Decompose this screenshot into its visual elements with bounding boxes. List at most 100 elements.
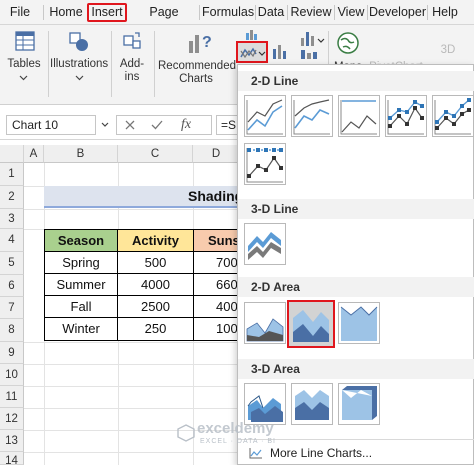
addins-label-line1: Add- [119, 58, 145, 70]
table-cell: 500 [117, 251, 194, 274]
tab-insert[interactable]: Insert [87, 3, 127, 22]
row-header[interactable]: 4 [0, 229, 24, 252]
recommended-charts-icon: ? [189, 34, 212, 53]
column-header[interactable]: B [44, 145, 118, 163]
column-header[interactable]: C [118, 145, 193, 163]
tab-divider [367, 5, 368, 20]
chart-option-stacked-line-with-markers[interactable] [432, 95, 474, 137]
name-box[interactable]: Chart 10 [6, 115, 96, 135]
gridline [24, 342, 240, 343]
row-header[interactable]: 11 [0, 386, 24, 408]
line-chart-dropdown: 2-D Line 3-D Line 2-D Area 3-D Area More… [237, 64, 474, 465]
illustrations-label: Illustrations [50, 58, 109, 70]
area-chart-icon [246, 318, 284, 342]
chart-option-3d-100-stacked-area[interactable] [338, 383, 380, 425]
stacked-line-with-markers-icon [434, 98, 471, 135]
tab-data[interactable]: Data [257, 3, 285, 22]
stacked-line-chart-icon [293, 99, 330, 135]
ribbon-tab-bar: File Home Insert Page Layout Formulas Da… [0, 0, 474, 38]
chart-option-3d-stacked-area[interactable] [291, 383, 333, 425]
row-header[interactable]: 13 [0, 430, 24, 452]
statistic-chart-icon[interactable] [298, 28, 328, 62]
chevron-down-icon [75, 75, 84, 81]
chart-option-line[interactable] [244, 95, 286, 137]
tab-divider [334, 5, 335, 20]
table-header-cell: Sunse [193, 229, 241, 252]
section-3d-area: 3-D Area [238, 359, 474, 379]
insert-line-chart-button[interactable] [236, 41, 268, 63]
chart-option-area[interactable] [244, 302, 286, 344]
row-header[interactable]: 6 [0, 275, 24, 297]
chart-option-3d-area[interactable] [244, 383, 286, 425]
tab-divider [427, 5, 428, 20]
gridline [24, 408, 240, 409]
globe-icon [337, 32, 359, 54]
column-chart-icon[interactable] [244, 28, 260, 40]
table-cell: 4000 [117, 273, 194, 296]
sheet-title-cell: Shading [44, 186, 244, 208]
chevron-down-icon[interactable] [101, 122, 109, 128]
select-all-corner[interactable] [0, 145, 24, 163]
row-header[interactable]: 12 [0, 408, 24, 430]
row-header[interactable]: 8 [0, 319, 24, 342]
chart-option-3d-line[interactable] [244, 223, 286, 265]
chart-option-100-stacked-area[interactable] [338, 302, 380, 344]
table-cell: 700 [193, 251, 241, 274]
gridline [24, 452, 240, 453]
row-header[interactable]: 7 [0, 297, 24, 319]
100-stacked-area-chart-icon [340, 306, 378, 341]
row-header[interactable]: 9 [0, 342, 24, 364]
tab-divider [287, 5, 288, 20]
table-cell: 4000 [193, 295, 241, 318]
column-header[interactable]: D [193, 145, 240, 163]
more-charts-icon [249, 448, 262, 459]
column-header[interactable]: A [24, 145, 44, 163]
chart-option-100-stacked-line-with-markers[interactable] [244, 143, 286, 185]
tab-file[interactable]: File [6, 3, 34, 22]
chevron-down-icon [19, 75, 28, 81]
tables-button[interactable]: Tables [2, 25, 46, 105]
chart-option-100-stacked-line[interactable] [338, 95, 380, 137]
recommended-charts-button[interactable]: ? Recommended Charts [158, 25, 236, 105]
tab-developer[interactable]: Developer [369, 3, 426, 22]
table-cell: 2500 [117, 295, 194, 318]
tab-review[interactable]: Review [290, 3, 332, 22]
row-header[interactable]: 1 [0, 163, 24, 186]
svg-text:?: ? [202, 34, 212, 51]
pie-chart-icon[interactable] [271, 43, 291, 61]
group-divider [48, 31, 49, 97]
line-with-markers-icon [387, 100, 424, 135]
table-cell: 10000 [193, 317, 241, 341]
tab-divider [199, 5, 200, 20]
table-header-cell: Season [44, 229, 118, 252]
row-header[interactable]: 10 [0, 364, 24, 386]
chart-option-stacked-area[interactable] [287, 300, 335, 348]
chart-option-stacked-line[interactable] [291, 95, 333, 137]
stacked-area-chart-icon [293, 310, 329, 342]
tab-page-layout[interactable]: Page Layout [130, 3, 198, 38]
tab-home[interactable]: Home [47, 3, 85, 22]
illustrations-button[interactable]: Illustrations [50, 25, 108, 105]
row-header[interactable]: 5 [0, 252, 24, 275]
formula-controls: fx [116, 115, 212, 135]
row-header[interactable]: 2 [0, 186, 24, 209]
sheet-title: Shading [188, 188, 244, 204]
line-chart-icon [246, 99, 283, 135]
tab-view[interactable]: View [336, 3, 366, 22]
section-2d-area: 2-D Area [238, 277, 474, 297]
tab-divider [43, 5, 44, 20]
chart-option-line-with-markers[interactable] [385, 95, 427, 137]
row-header[interactable]: 14 [0, 452, 24, 465]
100-stacked-line-chart-icon [340, 100, 377, 135]
line-chart-icon [240, 47, 266, 59]
insert-function-icon[interactable]: fx [181, 117, 191, 133]
addins-button[interactable]: Add- ins [113, 25, 151, 105]
table-cell: Spring [44, 251, 118, 274]
enter-check-icon[interactable] [151, 120, 163, 130]
cancel-icon[interactable] [125, 120, 135, 130]
tab-formulas[interactable]: Formulas [202, 3, 254, 22]
group-divider [111, 31, 112, 97]
addins-label-line2: ins [124, 71, 140, 83]
tab-help[interactable]: Help [430, 3, 460, 22]
row-header[interactable]: 3 [0, 209, 24, 229]
